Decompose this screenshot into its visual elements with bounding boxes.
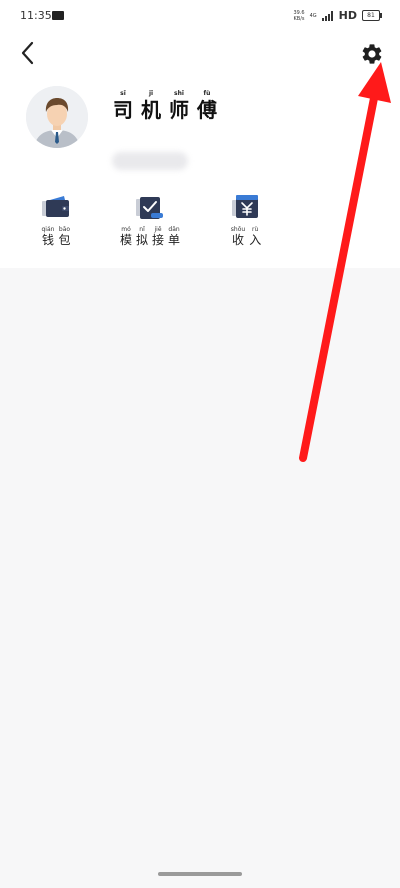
back-button[interactable] [16, 40, 42, 66]
name-pinyin: sī [120, 90, 126, 97]
label-char: dān 单 [168, 226, 180, 247]
label-pinyin: qián [41, 226, 55, 233]
status-indicators: 39.6 KB/s 4G HD 81 [293, 9, 382, 22]
signal-icon [321, 10, 334, 21]
shortcut-row: qián 钱 bāo 包 mó 模 nǐ 拟 jiē 接 dān 单 shōu … [0, 192, 400, 262]
label-pinyin: nǐ [139, 226, 145, 233]
simulate-order-label: mó 模 nǐ 拟 jiē 接 dān 单 [120, 226, 180, 247]
yuan-income-icon [232, 195, 258, 218]
name-hanzi: 司 [113, 98, 133, 122]
name-pinyin: fù [203, 90, 211, 97]
name-hanzi: 师 [169, 98, 189, 122]
label-pinyin: rù [252, 226, 259, 233]
wallet-icon [42, 196, 69, 217]
user-avatar-icon [26, 86, 88, 148]
name-pinyin: shī [174, 90, 184, 97]
profile-name: sī 司 jī 机 shī 师 fù 傅 [112, 90, 218, 122]
label-hanzi: 入 [249, 233, 262, 247]
message-icon [52, 11, 64, 20]
profile-header: sī 司 jī 机 shī 师 fù 傅 qián 钱 bāo 包 mó 模 n… [0, 30, 400, 268]
label-char: nǐ 拟 [136, 226, 148, 247]
label-hanzi: 包 [58, 233, 71, 247]
wallet-label: qián 钱 bāo 包 [42, 226, 71, 247]
label-pinyin: jiē [154, 226, 162, 233]
income-label: shōu 收 rù 入 [231, 226, 261, 247]
label-hanzi: 收 [231, 233, 244, 247]
label-hanzi: 模 [120, 233, 133, 247]
clipboard-check-icon [136, 197, 164, 219]
label-hanzi: 拟 [136, 233, 149, 247]
label-char: jiē 接 [152, 226, 164, 247]
name-hanzi: 傅 [197, 98, 217, 122]
label-char: shōu 收 [231, 226, 245, 247]
network-speed: 39.6 KB/s [293, 10, 304, 22]
status-bar: 11:35 39.6 KB/s 4G HD 81 [0, 0, 400, 30]
label-char: qián 钱 [42, 226, 55, 247]
label-char: mó 模 [120, 226, 132, 247]
battery-icon: 81 [362, 10, 382, 21]
name-char: shī 师 [168, 90, 190, 122]
name-char: fù 傅 [196, 90, 218, 122]
income-shortcut[interactable]: shōu 收 rù 入 [230, 192, 262, 247]
label-char: rù 入 [249, 226, 261, 247]
home-indicator[interactable] [158, 872, 242, 876]
label-hanzi: 接 [152, 233, 165, 247]
label-hanzi: 钱 [41, 233, 54, 247]
label-pinyin: shōu [230, 226, 246, 233]
blurred-phone-number [112, 152, 188, 170]
status-time: 11:35 [20, 9, 52, 22]
name-pinyin: jī [148, 90, 154, 97]
content-area [0, 268, 400, 868]
label-pinyin: mó [121, 226, 131, 233]
network-speed-value: 39.6 [293, 9, 305, 16]
chevron-left-icon [21, 41, 34, 65]
gear-icon [362, 44, 382, 64]
avatar[interactable] [26, 86, 88, 148]
name-char: sī 司 [112, 90, 134, 122]
settings-button[interactable] [360, 42, 384, 66]
wallet-shortcut[interactable]: qián 钱 bāo 包 [40, 192, 72, 247]
simulate-order-shortcut[interactable]: mó 模 nǐ 拟 jiē 接 dān 单 [120, 192, 180, 247]
name-char: jī 机 [140, 90, 162, 122]
label-char: bāo 包 [58, 226, 70, 247]
name-hanzi: 机 [141, 98, 161, 122]
network-speed-unit: KB/s [293, 15, 305, 22]
label-pinyin: dān [168, 226, 180, 233]
label-pinyin: bāo [58, 226, 71, 233]
label-hanzi: 单 [168, 233, 181, 247]
network-type: 4G [309, 12, 317, 19]
hd-label: HD [338, 9, 357, 22]
